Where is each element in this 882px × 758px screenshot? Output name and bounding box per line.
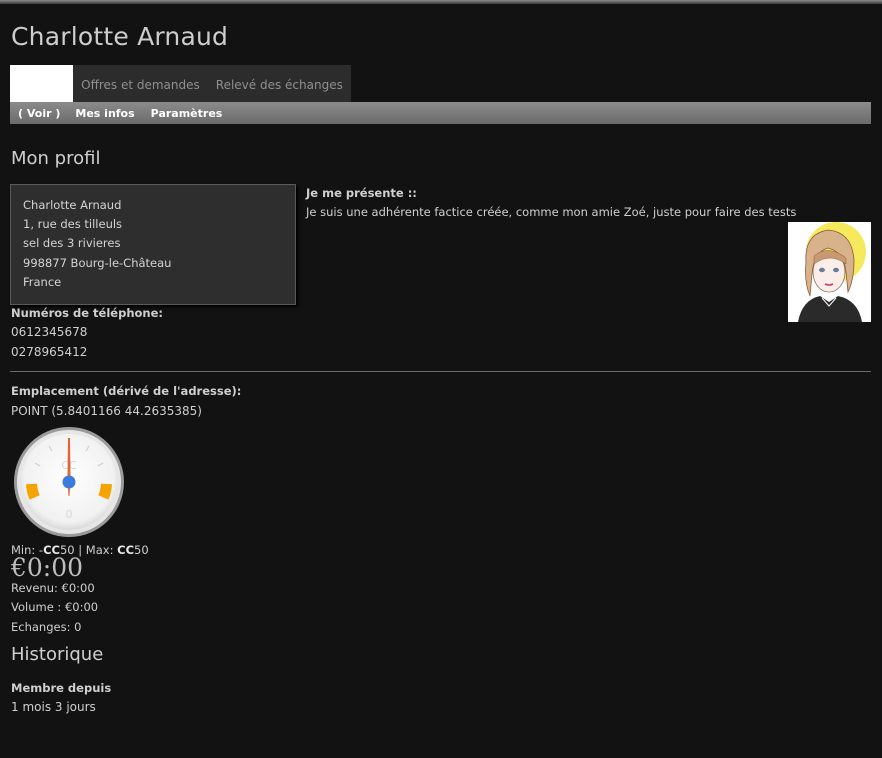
sub-navigation: ( Voir ) Mes infos Paramètres [10, 102, 871, 124]
tab-bar: Compte Offres et demandes Relevé des éch… [10, 65, 351, 102]
history-heading: Historique [11, 644, 104, 665]
tab-releve-echanges[interactable]: Relevé des échanges [207, 65, 351, 102]
max-value: 50 [134, 543, 149, 557]
address-name: Charlotte Arnaud [23, 198, 122, 212]
location-value: POINT (5.8401166 44.2635385) [11, 404, 202, 418]
avatar [788, 222, 871, 322]
window-top-border [0, 0, 882, 4]
member-since-value: 1 mois 3 jours [11, 700, 96, 714]
intro-text: Je suis une adhérente factice créée, com… [306, 205, 797, 219]
address-city: 998877 Bourg-le-Château [23, 255, 172, 270]
tab-compte[interactable]: Compte [10, 65, 74, 102]
phone-number: 0278965412 [11, 345, 88, 359]
balance-amount: €0:00 [11, 553, 84, 582]
exchanges-stat: Echanges: 0 [11, 620, 82, 634]
phone-number: 0612345678 [11, 325, 88, 339]
profile-heading: Mon profil [11, 148, 101, 169]
location-label: Emplacement (dérivé de l'adresse): [11, 384, 242, 398]
subnav-parametres[interactable]: Paramètres [151, 107, 223, 120]
member-since-label: Membre depuis [11, 681, 112, 695]
revenue-stat: Revenu: €0:00 [11, 581, 95, 595]
address-group: sel des 3 rivieres [23, 236, 121, 251]
section-divider [10, 371, 871, 372]
address-card: Charlotte Arnaud 1, rue des tilleuls sel… [10, 184, 296, 305]
volume-stat: Volume : €0:00 [11, 600, 99, 614]
page-title: Charlotte Arnaud [11, 22, 229, 51]
subnav-mes-infos[interactable]: Mes infos [75, 107, 134, 120]
intro-label: Je me présente :: [306, 186, 417, 200]
phone-label: Numéros de téléphone: [11, 306, 163, 320]
address-street: 1, rue des tilleuls [23, 217, 123, 232]
subnav-voir[interactable]: ( Voir ) [18, 107, 60, 120]
currency-code: CC [117, 543, 135, 557]
tab-offres-demandes[interactable]: Offres et demandes [73, 65, 208, 102]
address-country: France [23, 274, 62, 289]
gauge-bottom-label: 0 [66, 508, 73, 521]
balance-gauge: CC 0 [13, 426, 125, 538]
